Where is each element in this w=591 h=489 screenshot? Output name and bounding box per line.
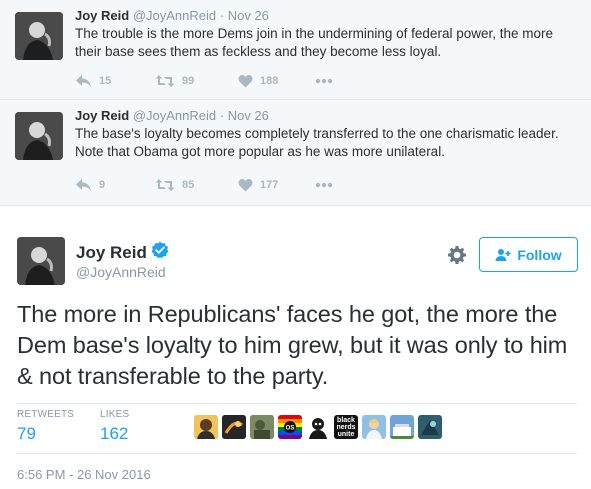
retweet-count: 99 [182,75,195,87]
more-button[interactable] [315,73,333,89]
like-button[interactable]: 188 [238,73,278,89]
author-name-text: Joy Reid [76,242,147,262]
divider [17,453,577,454]
reply-icon [76,179,91,191]
retweet-icon [155,75,175,87]
liker-avatar[interactable] [194,415,218,439]
likes-count: 162 [100,424,129,443]
author-handle[interactable]: @JoyAnnReid [76,264,166,280]
retweet-button[interactable]: 99 [155,73,194,89]
tweet-actions: 15 99 188 [75,73,375,89]
author-name[interactable]: Joy Reid [75,108,129,123]
liker-avatar[interactable] [250,415,274,439]
tweet-text: The base's loyalty becomes completely tr… [75,126,559,159]
like-count: 177 [260,179,279,191]
divider [17,403,577,404]
tweet-date[interactable]: Nov 26 [228,108,269,123]
more-icon [315,182,333,188]
avatar[interactable] [17,237,65,285]
liker-avatars: OS black nerds unite [194,415,442,439]
retweets-stat[interactable]: RETWEETS 79 [17,409,74,444]
author-handle[interactable]: @JoyAnnReid [133,108,216,123]
tweet-text: The more in Republicans' faces he got, t… [17,301,568,389]
liker-avatar[interactable]: black nerds unite [334,415,358,439]
author-handle[interactable]: @JoyAnnReid [133,8,216,23]
reply-button[interactable]: 15 [75,73,111,89]
liker-avatar[interactable] [362,415,386,439]
like-button[interactable]: 177 [238,177,278,193]
likes-label: LIKES [100,409,130,420]
liker-avatar[interactable] [306,415,330,439]
tweet-actions: 9 85 177 [75,177,375,193]
tweet-stats: RETWEETS 79 LIKES 162 OS black nerds uni… [17,409,577,453]
follow-button[interactable]: Follow [479,237,578,272]
follow-user-icon [495,248,511,261]
reply-count: 9 [99,179,106,191]
tweet-date[interactable]: Nov 26 [228,8,269,23]
tweet-header: Joy Reid @JoyAnnReid · Nov 26 [75,8,269,23]
avatar[interactable] [15,112,63,160]
tweet-text: The trouble is the more Dems join in the… [75,26,553,59]
like-icon [238,74,253,88]
gear-icon[interactable] [447,245,467,265]
more-icon [315,78,333,84]
permalink-tweet: Joy Reid @JoyAnnReid Follow The more in … [0,207,591,489]
svg-text:OS: OS [286,426,295,432]
liker-avatar[interactable] [390,415,414,439]
liker-avatar[interactable]: OS [278,415,302,439]
tweet-timestamp[interactable]: 6:56 PM - 26 Nov 2016 [17,467,151,482]
reply-button[interactable]: 9 [75,177,105,193]
tweet-header: Joy Reid @JoyAnnReid · Nov 26 [75,108,269,123]
like-count: 188 [260,75,279,87]
avatar[interactable] [15,12,63,60]
reply-count: 15 [99,75,112,87]
more-button[interactable] [315,177,333,193]
retweet-button[interactable]: 85 [155,177,194,193]
follow-label: Follow [517,246,562,263]
context-tweet[interactable]: Joy Reid @JoyAnnReid · Nov 26 The troubl… [0,0,591,100]
author-name[interactable]: Joy Reid [75,8,129,23]
context-tweet[interactable]: Joy Reid @JoyAnnReid · Nov 26 The base's… [0,100,591,206]
like-icon [238,178,253,192]
reply-icon [76,75,91,87]
retweets-label: RETWEETS [17,409,75,420]
likes-stat[interactable]: LIKES 162 [100,409,129,444]
liker-avatar[interactable] [222,415,246,439]
liker-badge-text: black nerds unite [336,416,356,438]
liker-avatar[interactable] [418,415,442,439]
retweet-icon [155,179,175,191]
verified-icon [151,241,169,264]
separator: · [219,8,225,23]
author-name[interactable]: Joy Reid [76,241,169,264]
retweets-count: 79 [17,424,36,443]
retweet-count: 85 [182,179,195,191]
separator: · [219,108,225,123]
